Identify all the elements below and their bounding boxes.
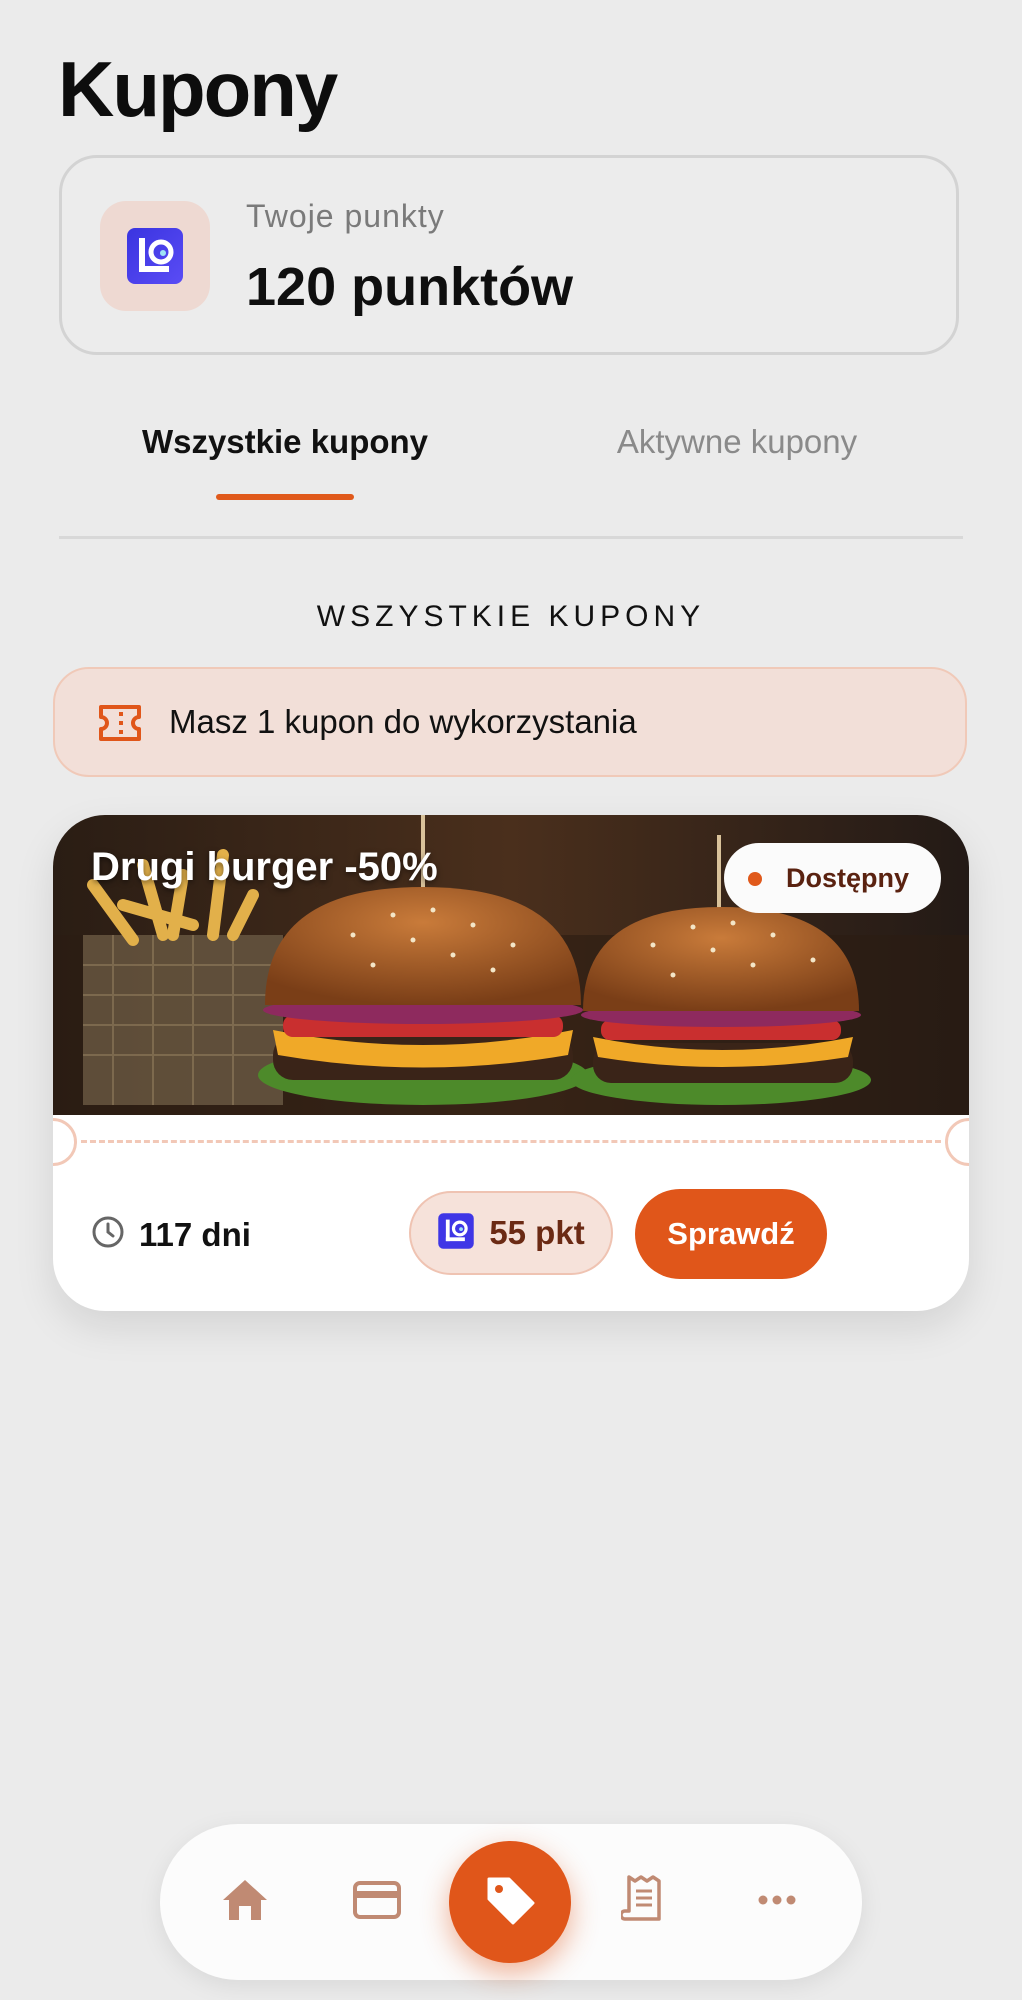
tab-selected-indicator (216, 494, 354, 500)
receipt-icon (619, 1874, 665, 1930)
more-icon (757, 1893, 797, 1911)
coupon-title: Drugi burger -50% (91, 845, 438, 889)
nav-home[interactable] (200, 1824, 290, 1980)
home-icon (221, 1878, 269, 1927)
ticket-notch-left (53, 1118, 77, 1166)
status-dot-icon (747, 872, 762, 886)
points-cost-chip: 55 pkt (409, 1191, 613, 1275)
status-badge: Dostępny (723, 843, 941, 913)
tab-active-coupons[interactable]: Aktywne kupony (511, 423, 963, 461)
check-coupon-button[interactable]: Sprawdź (635, 1189, 827, 1279)
points-value: 120 punktów (246, 257, 574, 317)
perforation-divider (81, 1140, 941, 1143)
coupon-count-banner: Masz 1 kupon do wykorzystania (53, 667, 967, 777)
tab-all-coupons[interactable]: Wszystkie kupony (59, 423, 511, 461)
points-label: Twoje punkty (246, 198, 445, 234)
coupon-count-text: Masz 1 kupon do wykorzystania (169, 703, 637, 740)
tag-icon (483, 1873, 537, 1932)
app-logo-icon (437, 1212, 475, 1255)
coupon-card[interactable]: Drugi burger -50% Dostępny 117 dni 55 pk… (53, 815, 969, 1311)
points-card: Twoje punkty 120 punktów (59, 155, 959, 355)
status-text: Dostępny (785, 862, 909, 893)
nav-more[interactable] (732, 1824, 822, 1980)
page-title: Kupony (58, 45, 338, 133)
expiry-text: 117 dni (139, 1215, 251, 1253)
credit-card-icon (352, 1880, 402, 1925)
ticket-notch-right (945, 1118, 969, 1166)
points-cost-text: 55 pkt (489, 1214, 585, 1251)
expiry-info: 117 dni (91, 1215, 251, 1254)
coupon-tabs: Wszystkie kupony Aktywne kupony (59, 410, 963, 539)
nav-coupons[interactable] (449, 1841, 571, 1963)
nav-card[interactable] (332, 1824, 422, 1980)
clock-icon (91, 1215, 125, 1254)
ticket-icon (97, 703, 143, 748)
section-title: WSZYSTKIE KUPONY (316, 600, 706, 633)
bottom-navigation (160, 1824, 862, 1980)
app-logo-icon (100, 201, 210, 311)
nav-receipts[interactable] (598, 1824, 688, 1980)
